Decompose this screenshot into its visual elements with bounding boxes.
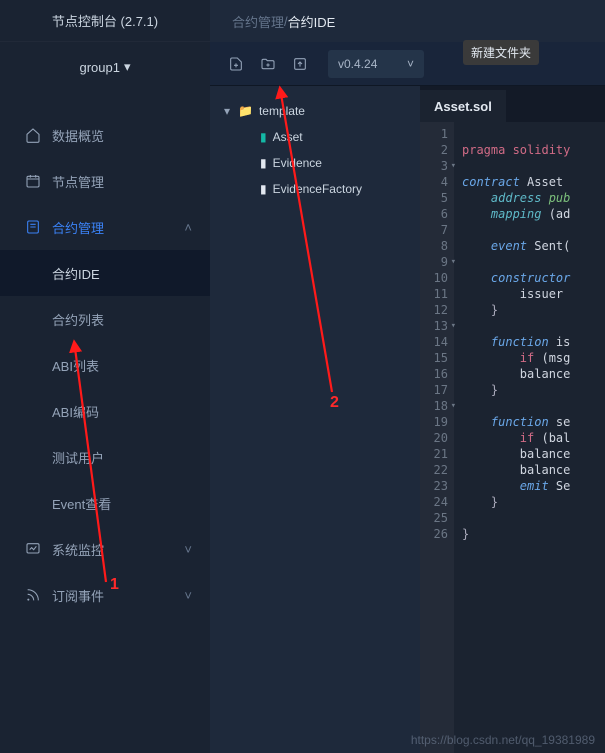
folder-label: template — [259, 104, 305, 118]
folder-icon: 📁 — [238, 104, 253, 118]
nav-system-monitor[interactable]: 系统监控 ˅ — [0, 526, 210, 572]
version-label: v0.4.24 — [338, 57, 377, 71]
new-folder-tooltip: 新建文件夹 — [463, 40, 539, 65]
code-lines[interactable]: pragma solidity contract Asset address p… — [454, 122, 605, 753]
nav-contract-manage[interactable]: 合约管理 ˄ — [0, 204, 210, 250]
nav-node-manage[interactable]: 节点管理 — [0, 158, 210, 204]
monitor-icon — [24, 540, 42, 558]
caret-down-icon: ▾ — [124, 59, 131, 75]
breadcrumb: 合约管理 / 合约IDE — [210, 0, 605, 42]
file-label: Asset — [273, 130, 303, 144]
file-icon: ▮ — [260, 182, 267, 196]
tree-folder-template[interactable]: ▾ 📁 template — [210, 98, 420, 124]
nav-label: 数据概览 — [52, 126, 104, 145]
file-label: EvidenceFactory — [273, 182, 362, 196]
subnav-label: 测试用户 — [52, 448, 104, 467]
subnav-label: 合约IDE — [52, 264, 100, 283]
content-pane: 合约管理 / 合约IDE v0.4.24 ˅ 新建文件夹 ▾ 📁 templat… — [210, 0, 605, 753]
group-selector[interactable]: group1 ▾ — [0, 42, 210, 92]
subnav-event-view[interactable]: Event查看 — [0, 480, 210, 526]
subnav-label: Event查看 — [52, 494, 111, 513]
calendar-icon — [24, 172, 42, 190]
console-title: 节点控制台 (2.7.1) — [0, 0, 210, 42]
subnav-test-user[interactable]: 测试用户 — [0, 434, 210, 480]
nav-label: 系统监控 — [52, 540, 104, 559]
chevron-down-icon: ˅ — [407, 57, 414, 71]
line-gutter: 12 3▾ 456 78 9▾ 101112 13▾ 14151617 18▾ … — [420, 122, 454, 753]
chevron-down-icon: ˅ — [184, 542, 192, 557]
new-folder-button[interactable] — [254, 50, 282, 78]
toolbar: v0.4.24 ˅ — [210, 42, 605, 86]
file-icon: ▮ — [260, 130, 267, 144]
breadcrumb-parent: 合约管理 — [232, 12, 284, 31]
editor-tab-asset[interactable]: Asset.sol — [420, 90, 506, 122]
contract-icon — [24, 218, 42, 236]
subnav-abi-list[interactable]: ABI列表 — [0, 342, 210, 388]
file-icon: ▮ — [260, 156, 267, 170]
tree-file-asset[interactable]: ▮ Asset — [210, 124, 420, 150]
file-tree: ▾ 📁 template ▮ Asset ▮ Evidence ▮ Eviden… — [210, 86, 420, 753]
chevron-down-icon: ˅ — [184, 588, 192, 603]
subnav-contract-ide[interactable]: 合约IDE — [0, 250, 210, 296]
subnav-label: 合约列表 — [52, 310, 104, 329]
nav-label: 合约管理 — [52, 218, 104, 237]
subnav-label: ABI列表 — [52, 356, 99, 375]
upload-button[interactable] — [286, 50, 314, 78]
group-label: group1 — [79, 60, 119, 75]
breadcrumb-current: 合约IDE — [288, 12, 336, 31]
nav-label: 节点管理 — [52, 172, 104, 191]
editor-tabs: Asset.sol — [420, 86, 605, 122]
nav-data-overview[interactable]: 数据概览 — [0, 112, 210, 158]
new-file-button[interactable] — [222, 50, 250, 78]
nav-subscribe-event[interactable]: 订阅事件 ˅ — [0, 572, 210, 618]
file-label: Evidence — [273, 156, 322, 170]
nav-label: 订阅事件 — [52, 586, 104, 605]
tree-file-evidencefactory[interactable]: ▮ EvidenceFactory — [210, 176, 420, 202]
caret-down-icon: ▾ — [224, 104, 236, 118]
version-select[interactable]: v0.4.24 ˅ — [328, 50, 424, 78]
code-editor: Asset.sol 12 3▾ 456 78 9▾ 101112 13▾ 141… — [420, 86, 605, 753]
subnav-label: ABI编码 — [52, 402, 99, 421]
subnav-contract-list[interactable]: 合约列表 — [0, 296, 210, 342]
chevron-up-icon: ˄ — [184, 220, 192, 235]
sidebar: 节点控制台 (2.7.1) group1 ▾ 数据概览 节点管理 合约管理 ˄ … — [0, 0, 210, 753]
watermark: https://blog.csdn.net/qq_19381989 — [411, 733, 595, 747]
home-icon — [24, 126, 42, 144]
subnav-abi-encode[interactable]: ABI编码 — [0, 388, 210, 434]
tree-file-evidence[interactable]: ▮ Evidence — [210, 150, 420, 176]
rss-icon — [24, 586, 42, 604]
